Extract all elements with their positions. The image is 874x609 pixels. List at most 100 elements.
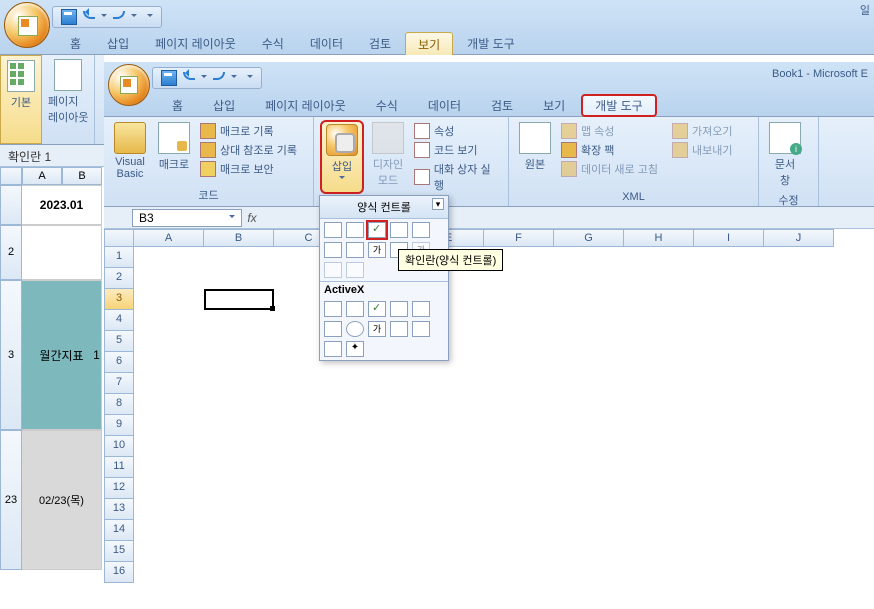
insert-controls-button[interactable]: 삽입 bbox=[320, 120, 364, 194]
tab-개발 도구[interactable]: 개발 도구 bbox=[581, 94, 657, 117]
namebox-drop-icon[interactable] bbox=[229, 215, 235, 221]
form-spin-icon[interactable] bbox=[390, 222, 408, 238]
undo-icon[interactable] bbox=[83, 11, 95, 19]
expansion-packs-button[interactable]: 확장 팩 bbox=[559, 141, 660, 159]
tab-검토[interactable]: 검토 bbox=[357, 32, 403, 55]
view-pagelayout-button[interactable]: 페이지 레이아웃 bbox=[42, 55, 95, 144]
ax-spin-icon[interactable] bbox=[412, 321, 430, 337]
form-combo-icon[interactable] bbox=[346, 222, 364, 238]
row-7[interactable]: 7 bbox=[104, 373, 134, 394]
cell-empty[interactable] bbox=[22, 225, 102, 280]
row-1[interactable]: 1 bbox=[104, 247, 134, 268]
row-hdr-3[interactable]: 3 bbox=[0, 280, 22, 430]
tab-삽입[interactable]: 삽입 bbox=[95, 32, 141, 55]
ax-button-icon[interactable] bbox=[324, 301, 342, 317]
redo-icon[interactable] bbox=[213, 72, 225, 80]
undo-icon[interactable] bbox=[183, 72, 195, 80]
export-button[interactable]: 내보내기 bbox=[670, 141, 734, 159]
outer-namebox[interactable]: 확인란 1 bbox=[0, 145, 104, 167]
ax-scroll-icon[interactable] bbox=[324, 321, 342, 337]
select-all[interactable] bbox=[104, 229, 134, 247]
tab-페이지 레이아웃[interactable]: 페이지 레이아웃 bbox=[251, 94, 360, 117]
refresh-data-button[interactable]: 데이터 새로 고침 bbox=[559, 160, 660, 178]
row-6[interactable]: 6 bbox=[104, 352, 134, 373]
ax-toggle-icon[interactable] bbox=[324, 341, 342, 357]
row-9[interactable]: 9 bbox=[104, 415, 134, 436]
form-label-icon[interactable]: 가 bbox=[368, 242, 386, 258]
row-hdr[interactable] bbox=[0, 185, 22, 225]
cell-date[interactable]: 2023.01 bbox=[22, 185, 102, 225]
row-5[interactable]: 5 bbox=[104, 331, 134, 352]
form-option-icon[interactable] bbox=[324, 242, 342, 258]
tab-검토[interactable]: 검토 bbox=[477, 94, 527, 117]
form-list-icon[interactable] bbox=[412, 222, 430, 238]
form-checkbox-icon[interactable] bbox=[368, 222, 386, 238]
popup-move-icon[interactable]: ▾ bbox=[432, 198, 444, 210]
source-button[interactable]: 원본 bbox=[515, 120, 555, 189]
tab-페이지 레이아웃[interactable]: 페이지 레이아웃 bbox=[143, 32, 248, 55]
row-16[interactable]: 16 bbox=[104, 562, 134, 583]
form-button-icon[interactable] bbox=[324, 222, 342, 238]
record-macro-button[interactable]: 매크로 기록 bbox=[198, 122, 299, 140]
view-code-button[interactable]: 코드 보기 bbox=[412, 141, 502, 159]
document-panel-button[interactable]: 문서 창 bbox=[765, 120, 805, 190]
col-A[interactable]: A bbox=[134, 229, 204, 247]
qat-more-icon[interactable] bbox=[247, 75, 253, 81]
relative-ref-button[interactable]: 상대 참조로 기록 bbox=[198, 141, 299, 159]
map-properties-button[interactable]: 맵 속성 bbox=[559, 122, 660, 140]
fx-button[interactable]: fx bbox=[242, 211, 262, 225]
tab-보기[interactable]: 보기 bbox=[405, 32, 453, 55]
row-10[interactable]: 10 bbox=[104, 436, 134, 457]
tab-데이터[interactable]: 데이터 bbox=[298, 32, 355, 55]
row-8[interactable]: 8 bbox=[104, 394, 134, 415]
run-dialog-button[interactable]: 대화 상자 실행 bbox=[412, 160, 502, 194]
tab-보기[interactable]: 보기 bbox=[529, 94, 579, 117]
form-more1-icon[interactable] bbox=[324, 262, 342, 278]
redo-drop-icon[interactable] bbox=[131, 14, 137, 20]
save-icon[interactable] bbox=[61, 9, 77, 25]
view-normal-button[interactable]: 기본 bbox=[0, 55, 42, 144]
redo-icon[interactable] bbox=[113, 11, 125, 19]
row-12[interactable]: 12 bbox=[104, 478, 134, 499]
redo-drop-icon[interactable] bbox=[231, 75, 237, 81]
ax-text-icon[interactable] bbox=[412, 301, 430, 317]
ax-checkbox-icon[interactable] bbox=[368, 301, 386, 317]
corner[interactable] bbox=[0, 167, 22, 185]
tab-개발 도구[interactable]: 개발 도구 bbox=[455, 32, 527, 55]
undo-drop-icon[interactable] bbox=[101, 14, 107, 20]
tab-삽입[interactable]: 삽입 bbox=[199, 94, 249, 117]
col-B[interactable]: B bbox=[62, 167, 102, 185]
form-group-icon[interactable] bbox=[346, 242, 364, 258]
macro-security-button[interactable]: 매크로 보안 bbox=[198, 160, 299, 178]
row-4[interactable]: 4 bbox=[104, 310, 134, 331]
ax-more-icon[interactable]: ✦ bbox=[346, 341, 364, 357]
ax-list-icon[interactable] bbox=[390, 301, 408, 317]
col-J[interactable]: J bbox=[764, 229, 834, 247]
col-I[interactable]: I bbox=[694, 229, 764, 247]
col-H[interactable]: H bbox=[624, 229, 694, 247]
row-hdr-23[interactable]: 23 bbox=[0, 430, 22, 570]
design-mode-button[interactable]: 디자인 모드 bbox=[368, 120, 408, 194]
ax-combo-icon[interactable] bbox=[346, 301, 364, 317]
row-11[interactable]: 11 bbox=[104, 457, 134, 478]
tab-데이터[interactable]: 데이터 bbox=[414, 94, 475, 117]
cell-monthly[interactable]: 월간지표 1 bbox=[22, 280, 102, 430]
row-14[interactable]: 14 bbox=[104, 520, 134, 541]
col-F[interactable]: F bbox=[484, 229, 554, 247]
col-G[interactable]: G bbox=[554, 229, 624, 247]
cell-weekday[interactable]: 02/23(목) bbox=[22, 430, 102, 570]
undo-drop-icon[interactable] bbox=[201, 75, 207, 81]
tab-수식[interactable]: 수식 bbox=[250, 32, 296, 55]
row-3[interactable]: 3 bbox=[104, 289, 134, 310]
row-hdr-2[interactable]: 2 bbox=[0, 225, 22, 280]
col-B[interactable]: B bbox=[204, 229, 274, 247]
name-box[interactable]: B3 bbox=[132, 209, 242, 227]
tab-홈[interactable]: 홈 bbox=[158, 94, 197, 117]
form-more2-icon[interactable] bbox=[346, 262, 364, 278]
ax-image-icon[interactable] bbox=[390, 321, 408, 337]
row-13[interactable]: 13 bbox=[104, 499, 134, 520]
save-icon[interactable] bbox=[161, 70, 177, 86]
tab-수식[interactable]: 수식 bbox=[362, 94, 412, 117]
tab-홈[interactable]: 홈 bbox=[58, 32, 93, 55]
visual-basic-button[interactable]: Visual Basic bbox=[110, 120, 150, 185]
